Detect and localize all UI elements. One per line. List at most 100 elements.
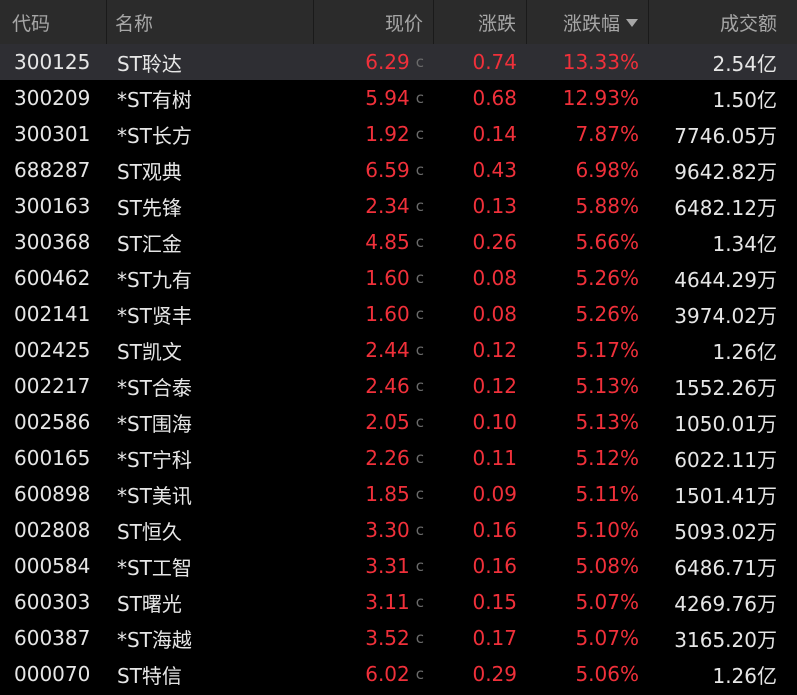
stock-code-text: 002141 <box>14 302 91 326</box>
stock-price: 3.30 c <box>314 512 434 548</box>
stock-code: 600898 <box>0 476 107 512</box>
table-row[interactable]: 300125 ST聆达 6.29 c 0.74 13.33% 2.54亿 <box>0 44 797 80</box>
stock-name-text: ST恒久 <box>117 519 182 544</box>
stock-name-text: ST特信 <box>117 663 182 688</box>
stock-change-pct-text: 5.88% <box>575 194 639 218</box>
stock-change-text: 0.09 <box>472 482 517 506</box>
stock-name: *ST有树 <box>107 80 314 116</box>
stock-code-text: 688287 <box>14 158 91 182</box>
table-row[interactable]: 000584 *ST工智 3.31 c 0.16 5.08% 6486.71万 <box>0 548 797 584</box>
price-badge: c <box>415 305 424 323</box>
stock-price-text: 2.05 <box>365 410 410 434</box>
stock-name: *ST九有 <box>107 260 314 296</box>
column-header-volume[interactable]: 成交额 <box>649 0 797 44</box>
column-header-code-label: 代码 <box>12 12 51 35</box>
stock-price: 2.34 c <box>314 188 434 224</box>
stock-change-pct-text: 12.93% <box>562 86 639 110</box>
table-row[interactable]: 002586 *ST围海 2.05 c 0.10 5.13% 1050.01万 <box>0 404 797 440</box>
column-header-change-pct[interactable]: 涨跌幅 <box>527 0 649 44</box>
stock-change-pct-text: 5.10% <box>575 518 639 542</box>
stock-volume-text: 6486.71万 <box>674 555 777 580</box>
price-badge: c <box>415 89 424 107</box>
stock-price: 1.60 c <box>314 260 434 296</box>
stock-change-pct: 7.87% <box>527 116 649 152</box>
table-row[interactable]: 600462 *ST九有 1.60 c 0.08 5.26% 4644.29万 <box>0 260 797 296</box>
caret-down-icon <box>626 19 638 27</box>
stock-name: ST恒久 <box>107 512 314 548</box>
column-header-name[interactable]: 名称 <box>107 0 314 44</box>
stock-change: 0.16 <box>434 512 527 548</box>
stock-change: 0.11 <box>434 440 527 476</box>
stock-code-text: 300209 <box>14 86 91 110</box>
stock-price: 6.02 c <box>314 656 434 692</box>
stock-volume-text: 7746.05万 <box>674 123 777 148</box>
stock-volume: 3974.02万 <box>649 296 797 332</box>
stock-name: ST观典 <box>107 152 314 188</box>
stock-volume: 6486.71万 <box>649 548 797 584</box>
column-header-change[interactable]: 涨跌 <box>434 0 527 44</box>
stock-code: 300125 <box>0 44 107 80</box>
stock-volume-text: 3974.02万 <box>674 303 777 328</box>
table-row[interactable]: 002217 *ST合泰 2.46 c 0.12 5.13% 1552.26万 <box>0 368 797 404</box>
stock-volume: 3165.20万 <box>649 620 797 656</box>
table-row[interactable]: 600387 *ST海越 3.52 c 0.17 5.07% 3165.20万 <box>0 620 797 656</box>
stock-price: 3.11 c <box>314 584 434 620</box>
stock-change-pct-text: 7.87% <box>575 122 639 146</box>
stock-code: 000584 <box>0 548 107 584</box>
stock-change: 0.26 <box>434 224 527 260</box>
stock-price-text: 1.92 <box>365 122 410 146</box>
stock-price: 2.46 c <box>314 368 434 404</box>
table-row[interactable]: 300163 ST先锋 2.34 c 0.13 5.88% 6482.12万 <box>0 188 797 224</box>
stock-code: 600165 <box>0 440 107 476</box>
price-badge: c <box>415 521 424 539</box>
stock-change-text: 0.13 <box>472 194 517 218</box>
stock-volume: 1.26亿 <box>649 332 797 368</box>
price-badge: c <box>415 629 424 647</box>
stock-change-text: 0.43 <box>472 158 517 182</box>
stock-code: 600462 <box>0 260 107 296</box>
stock-name-text: *ST工智 <box>117 555 192 580</box>
table-row[interactable]: 300368 ST汇金 4.85 c 0.26 5.66% 1.34亿 <box>0 224 797 260</box>
stock-change: 0.29 <box>434 656 527 692</box>
price-badge: c <box>415 53 424 71</box>
stock-change-pct-text: 5.08% <box>575 554 639 578</box>
stock-name-text: *ST海越 <box>117 627 192 652</box>
table-body: 300125 ST聆达 6.29 c 0.74 13.33% 2.54亿 300209 *ST有… <box>0 44 797 692</box>
stock-name-text: *ST美讯 <box>117 483 192 508</box>
stock-code: 300163 <box>0 188 107 224</box>
stock-change-pct-text: 5.26% <box>575 302 639 326</box>
table-row[interactable]: 002808 ST恒久 3.30 c 0.16 5.10% 5093.02万 <box>0 512 797 548</box>
table-row[interactable]: 000070 ST特信 6.02 c 0.29 5.06% 1.26亿 <box>0 656 797 692</box>
stock-price: 2.44 c <box>314 332 434 368</box>
table-row[interactable]: 688287 ST观典 6.59 c 0.43 6.98% 9642.82万 <box>0 152 797 188</box>
table-row[interactable]: 300301 *ST长方 1.92 c 0.14 7.87% 7746.05万 <box>0 116 797 152</box>
stock-code-text: 600165 <box>14 446 91 470</box>
column-header-price[interactable]: 现价 <box>314 0 434 44</box>
stock-change-pct: 5.12% <box>527 440 649 476</box>
table-row[interactable]: 600303 ST曙光 3.11 c 0.15 5.07% 4269.76万 <box>0 584 797 620</box>
price-badge: c <box>415 269 424 287</box>
table-row[interactable]: 600165 *ST宁科 2.26 c 0.11 5.12% 6022.11万 <box>0 440 797 476</box>
table-row[interactable]: 300209 *ST有树 5.94 c 0.68 12.93% 1.50亿 <box>0 80 797 116</box>
column-header-price-label: 现价 <box>384 12 423 35</box>
table-row[interactable]: 002425 ST凯文 2.44 c 0.12 5.17% 1.26亿 <box>0 332 797 368</box>
stock-volume: 1501.41万 <box>649 476 797 512</box>
column-header-change-pct-label: 涨跌幅 <box>562 12 620 35</box>
stock-price-text: 2.34 <box>365 194 410 218</box>
stock-name-text: ST凯文 <box>117 339 182 364</box>
stock-volume-text: 2.54亿 <box>712 51 777 76</box>
stock-volume-text: 4269.76万 <box>674 591 777 616</box>
table-row[interactable]: 002141 *ST贤丰 1.60 c 0.08 5.26% 3974.02万 <box>0 296 797 332</box>
stock-change-pct-text: 5.17% <box>575 338 639 362</box>
stock-name: *ST长方 <box>107 116 314 152</box>
stock-price-text: 6.59 <box>365 158 410 182</box>
stock-change-text: 0.12 <box>472 338 517 362</box>
stock-name: *ST围海 <box>107 404 314 440</box>
stock-name: ST汇金 <box>107 224 314 260</box>
column-header-code[interactable]: 代码 <box>0 0 107 44</box>
stock-code: 300301 <box>0 116 107 152</box>
stock-change-text: 0.29 <box>472 662 517 686</box>
table-row[interactable]: 600898 *ST美讯 1.85 c 0.09 5.11% 1501.41万 <box>0 476 797 512</box>
stock-price-text: 3.30 <box>365 518 410 542</box>
stock-name-text: *ST围海 <box>117 411 192 436</box>
